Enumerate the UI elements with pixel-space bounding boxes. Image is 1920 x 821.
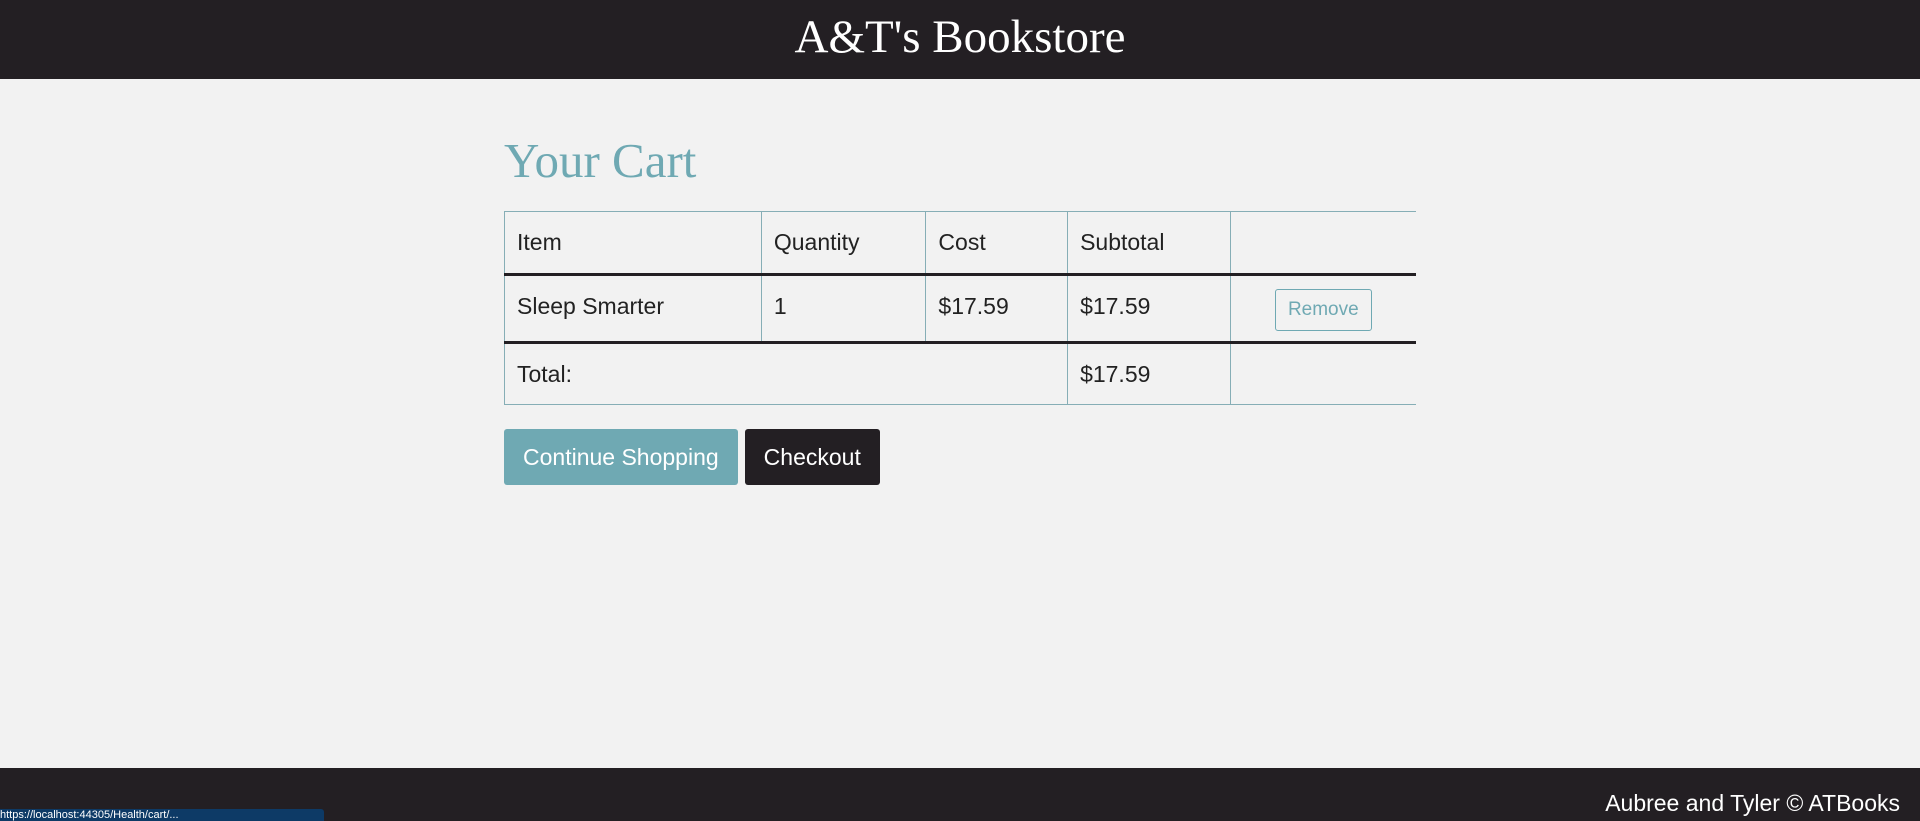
item-quantity: 1 bbox=[760, 274, 926, 344]
cart-section: Your Cart Item Quantity Cost Subtotal Sl… bbox=[503, 133, 1416, 485]
checkout-button[interactable]: Checkout bbox=[744, 429, 880, 485]
item-subtotal: $17.59 bbox=[1067, 274, 1231, 344]
cart-actions: Continue Shopping Checkout bbox=[504, 429, 1416, 485]
continue-shopping-button[interactable]: Continue Shopping bbox=[504, 429, 738, 485]
total-value: $17.59 bbox=[1067, 342, 1231, 405]
cart-table: Item Quantity Cost Subtotal Sleep Smarte… bbox=[503, 211, 1416, 405]
site-brand[interactable]: A&T's Bookstore bbox=[795, 14, 1126, 61]
browser-status-url: https://localhost:44305/Health/cart/... bbox=[0, 809, 324, 821]
item-actions: Remove bbox=[1229, 274, 1416, 344]
item-name: Sleep Smarter bbox=[504, 274, 762, 344]
cart-item-row: Sleep Smarter 1 $17.59 $17.59 Remove bbox=[504, 274, 1416, 344]
column-header-cost: Cost bbox=[925, 211, 1068, 276]
column-header-actions bbox=[1229, 211, 1416, 276]
remove-button[interactable]: Remove bbox=[1274, 289, 1372, 331]
column-header-item: Item bbox=[504, 211, 762, 276]
total-label: Total: bbox=[503, 342, 1068, 405]
cart-total-row: Total: $17.59 bbox=[503, 342, 1416, 405]
cart-header-row: Item Quantity Cost Subtotal bbox=[504, 211, 1416, 276]
footer-copyright: Aubree and Tyler © ATBooks bbox=[1605, 790, 1900, 816]
column-header-subtotal: Subtotal bbox=[1067, 211, 1231, 276]
item-cost: $17.59 bbox=[925, 274, 1068, 344]
site-header: A&T's Bookstore bbox=[0, 0, 1920, 79]
column-header-quantity: Quantity bbox=[760, 211, 926, 276]
page-title: Your Cart bbox=[504, 133, 697, 188]
total-empty-cell bbox=[1229, 342, 1416, 405]
